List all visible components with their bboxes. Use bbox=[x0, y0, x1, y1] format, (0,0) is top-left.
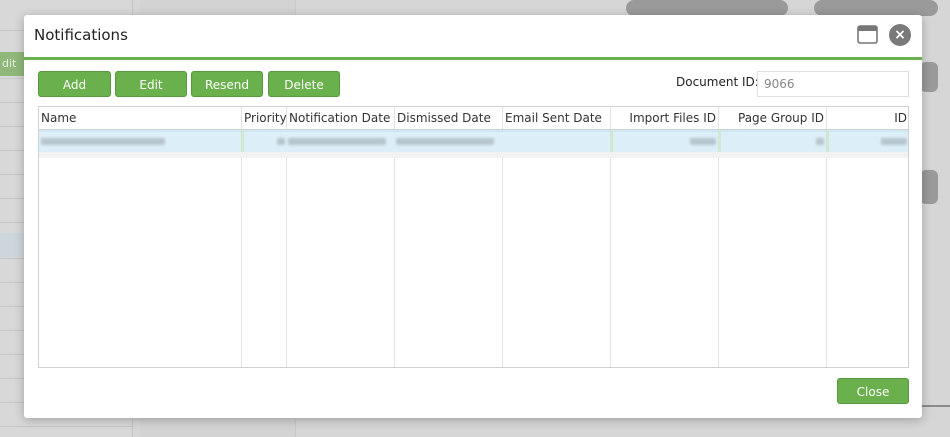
row-separator bbox=[826, 130, 829, 152]
column-header-priority[interactable]: Priority bbox=[242, 107, 287, 130]
row-separator bbox=[610, 130, 613, 152]
resend-button[interactable]: Resend bbox=[191, 71, 263, 97]
redacted-cell bbox=[288, 138, 386, 145]
document-id-label: Document ID: bbox=[676, 75, 759, 89]
column-header-import-files-id[interactable]: Import Files ID bbox=[611, 107, 718, 130]
table-row[interactable] bbox=[39, 130, 908, 152]
redacted-cell bbox=[690, 138, 716, 145]
maximize-icon[interactable] bbox=[857, 25, 878, 44]
close-button[interactable]: Close bbox=[837, 378, 909, 404]
row-band bbox=[39, 152, 908, 158]
background-pill bbox=[920, 62, 938, 92]
redacted-cell bbox=[41, 138, 165, 145]
background-pill bbox=[626, 0, 788, 16]
redacted-cell bbox=[277, 138, 285, 145]
column-header-email-sent-date[interactable]: Email Sent Date bbox=[503, 107, 610, 130]
redacted-cell bbox=[396, 138, 494, 145]
background-edit-button: dit bbox=[0, 52, 26, 76]
column-header-notification-date[interactable]: Notification Date bbox=[287, 107, 394, 130]
dialog-title: Notifications bbox=[34, 26, 128, 44]
delete-button[interactable]: Delete bbox=[268, 71, 340, 97]
notifications-grid: Name Priority Notification Date Dismisse… bbox=[38, 106, 909, 368]
dialog-titlebar: Notifications × bbox=[24, 15, 922, 60]
redacted-cell bbox=[881, 138, 907, 145]
background-pill bbox=[814, 0, 938, 16]
add-button[interactable]: Add bbox=[38, 71, 111, 97]
edit-button[interactable]: Edit bbox=[115, 71, 187, 97]
redacted-cell bbox=[816, 138, 824, 145]
notifications-dialog: Notifications × Add Edit Resend Delete D… bbox=[24, 15, 922, 418]
row-separator bbox=[241, 130, 244, 152]
column-header-dismissed-date[interactable]: Dismissed Date bbox=[395, 107, 502, 130]
column-header-name[interactable]: Name bbox=[39, 107, 241, 130]
column-header-page-group-id[interactable]: Page Group ID bbox=[719, 107, 826, 130]
document-id-input[interactable] bbox=[757, 71, 909, 97]
background-pill bbox=[920, 170, 938, 204]
column-header-id[interactable]: ID bbox=[827, 107, 908, 130]
row-separator bbox=[718, 130, 721, 152]
close-icon[interactable]: × bbox=[889, 24, 911, 46]
